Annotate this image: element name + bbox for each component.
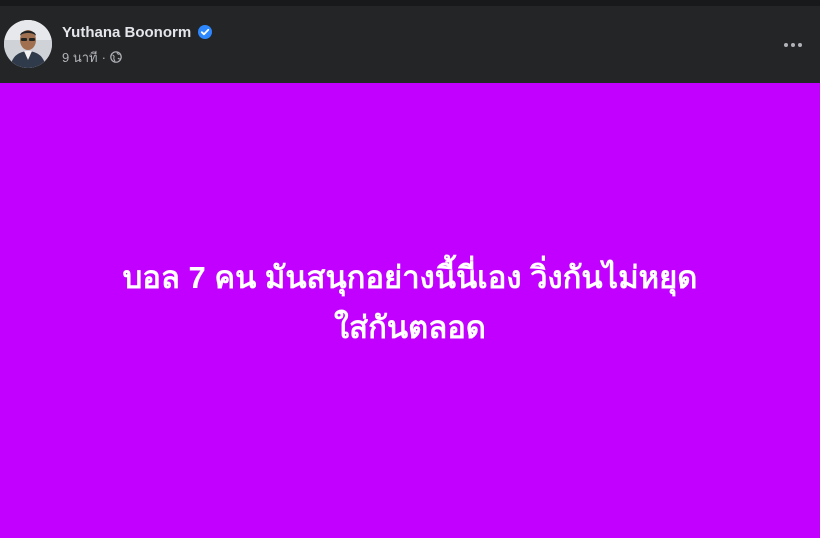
status-text: บอล 7 คน มันสนุกอย่างนี้นี่เอง วิ่งกันไม… [30,253,790,353]
status-line-2: ใส่กันตลอด [334,309,486,345]
post-meta: 9 นาที · [62,48,122,66]
status-line-1: บอล 7 คน มันสนุกอย่างนี้นี่เอง วิ่งกันไม… [122,259,698,295]
post-timestamp[interactable]: 9 นาที [62,47,98,68]
globe-icon [110,51,122,63]
author-avatar[interactable] [4,20,52,68]
author-name[interactable]: Yuthana Boonorm [62,24,191,41]
author-row: Yuthana Boonorm [62,22,213,42]
verified-badge-icon [197,24,213,40]
meta-separator: · [101,49,106,65]
post-header: Yuthana Boonorm 9 นาที · [0,6,820,83]
facebook-post: Yuthana Boonorm 9 นาที · บอล 7 คน มันสนุ… [0,0,820,538]
avatar-image [4,20,52,68]
status-background: บอล 7 คน มันสนุกอย่างนี้นี่เอง วิ่งกันไม… [0,83,820,538]
more-options-icon [784,43,802,47]
more-options-button[interactable] [776,28,810,62]
